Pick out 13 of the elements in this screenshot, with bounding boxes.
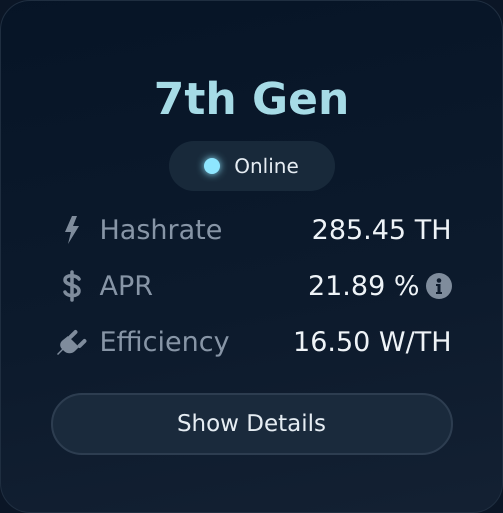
metric-value: 21.89 % bbox=[308, 270, 420, 302]
metric-label: Hashrate bbox=[100, 214, 224, 246]
metric-label: Efficiency bbox=[100, 326, 231, 358]
lightning-icon bbox=[62, 215, 80, 245]
plug-icon bbox=[56, 327, 88, 357]
metric-value: 16.50 W/TH bbox=[293, 326, 452, 358]
metric-label: APR bbox=[100, 270, 154, 302]
dollar-icon bbox=[62, 270, 82, 302]
show-details-button[interactable]: Show Details bbox=[50, 393, 452, 455]
status-label: Online bbox=[234, 154, 299, 178]
metric-value: 285.45 TH bbox=[312, 214, 452, 246]
card-title: 7th Gen bbox=[154, 73, 350, 127]
info-icon[interactable] bbox=[426, 273, 452, 299]
